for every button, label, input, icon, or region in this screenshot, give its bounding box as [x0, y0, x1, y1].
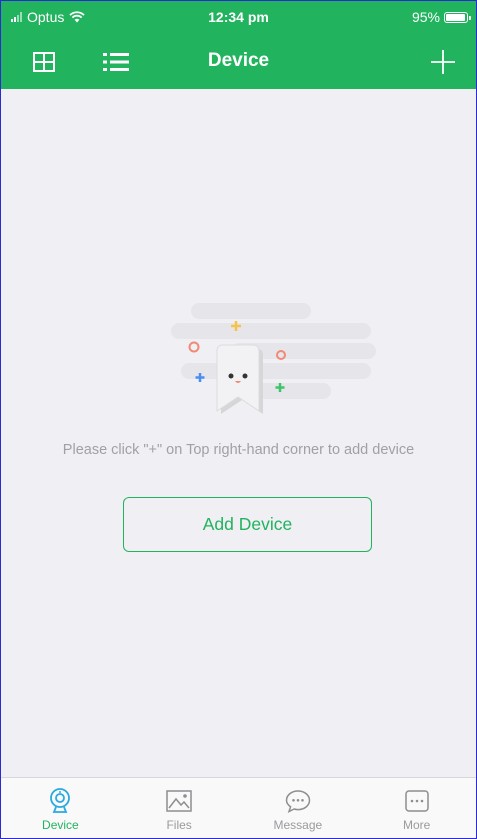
- chat-bubble-icon: [285, 788, 311, 814]
- tab-message-label: Message: [273, 818, 323, 832]
- plus-icon: [431, 50, 455, 74]
- tab-device-label: Device: [42, 818, 79, 832]
- status-time: 12:34 pm: [208, 9, 269, 25]
- battery-percent: 95%: [411, 9, 440, 25]
- tab-bar: Device Files Message More: [1, 777, 476, 838]
- battery-icon: [444, 11, 471, 23]
- add-device-button[interactable]: Add Device: [123, 497, 372, 552]
- battery-fill: [446, 13, 465, 21]
- tab-device[interactable]: Device: [1, 778, 120, 838]
- add-device-plus-button[interactable]: [428, 47, 458, 77]
- empty-device-illustration: [171, 303, 376, 414]
- tab-more[interactable]: More: [357, 778, 476, 838]
- tab-files[interactable]: Files: [120, 778, 239, 838]
- tab-files-label: Files: [166, 818, 192, 832]
- tab-message[interactable]: Message: [239, 778, 358, 838]
- image-icon: [166, 788, 192, 814]
- tab-more-label: More: [402, 818, 431, 832]
- camera-icon: [49, 788, 71, 814]
- page-title: Device: [207, 50, 270, 71]
- app-screen: Optus 12:34 pm 95% Device Please click "…: [0, 0, 477, 839]
- more-dots-icon: [404, 788, 429, 814]
- nav-bar: Device: [1, 35, 476, 89]
- status-bar: Optus 12:34 pm 95%: [1, 1, 476, 35]
- header: Optus 12:34 pm 95% Device: [1, 1, 476, 89]
- status-right: 95%: [411, 9, 471, 25]
- empty-state-hint: Please click "+" on Top right-hand corne…: [62, 442, 415, 458]
